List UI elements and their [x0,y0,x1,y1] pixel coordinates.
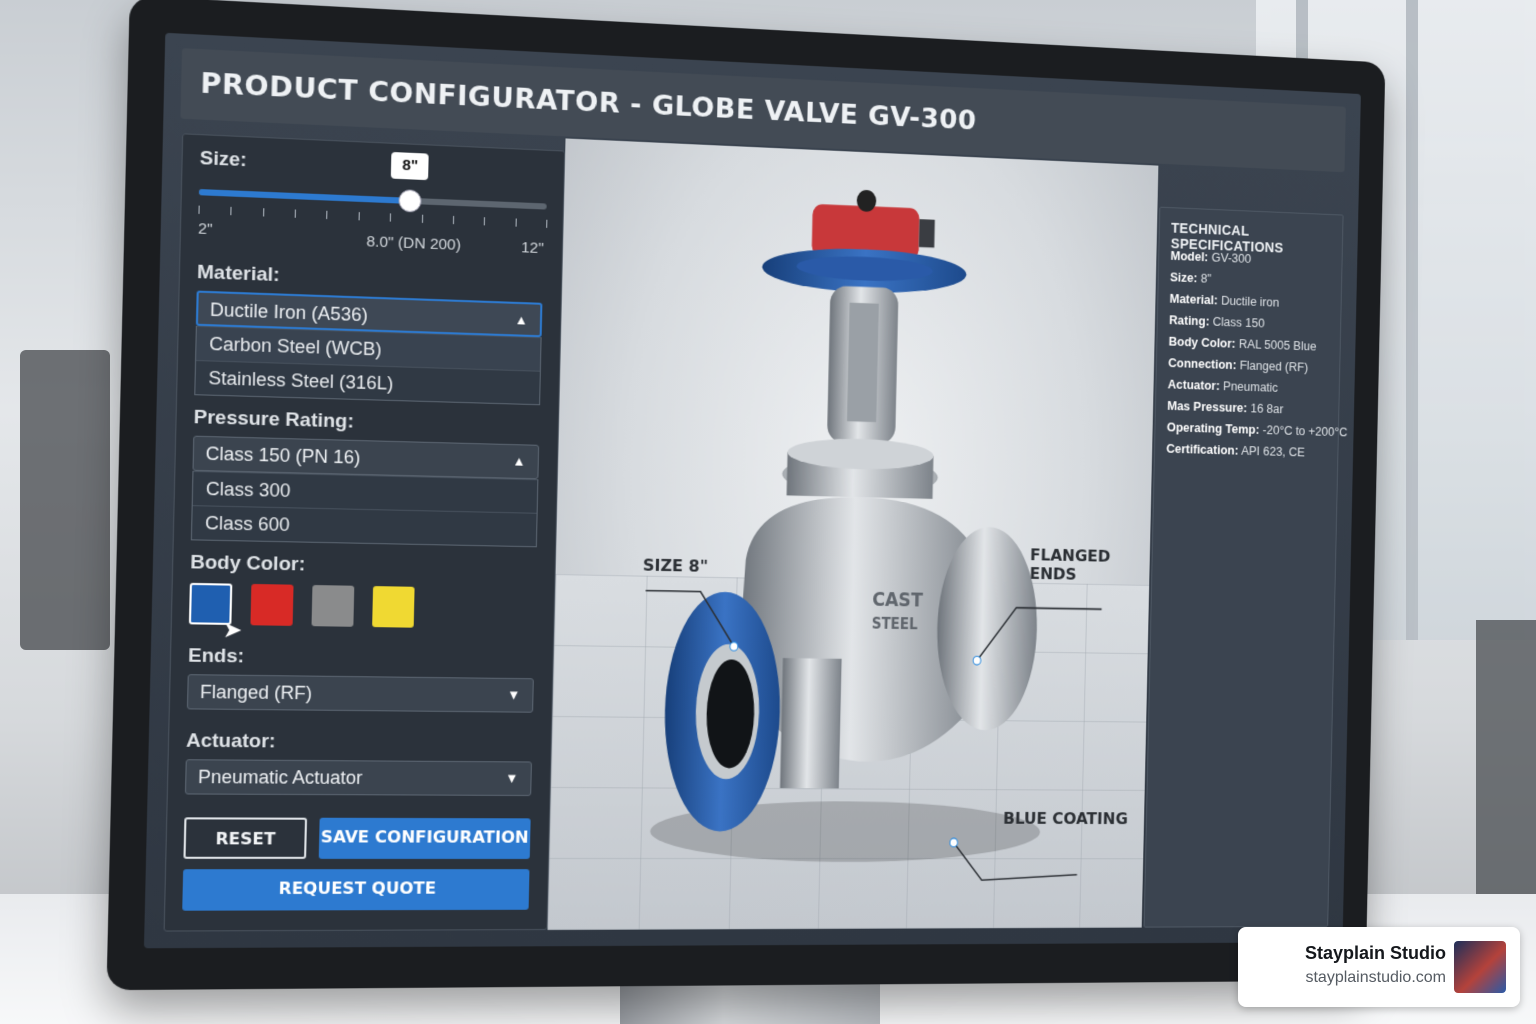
spec-row: Body Color: RAL 5005 Blue [1169,335,1317,354]
reset-button[interactable]: RESET [183,817,308,859]
swatch-yellow[interactable] [372,586,415,628]
brand-logo-icon [1454,941,1506,993]
config-panel: Size: 8" 2" 8.0" (DN 200) 12" Material: … [163,133,566,932]
slider-mid-label: 8.0" (DN 200) [366,232,462,254]
slider-track[interactable]: 8" [198,151,547,213]
slider-ticks [198,205,548,230]
background-monitor-right [1476,620,1536,920]
ends-select[interactable]: Flanged (RF) ▼ [186,674,534,713]
slider-value-bubble: 8" [391,151,430,181]
page-title: PRODUCT CONFIGURATOR - GLOBE VALVE GV-30… [200,67,977,137]
swatch-gray[interactable] [311,585,355,627]
pressure-label: Pressure Rating: [193,406,355,433]
slider-thumb[interactable] [398,189,423,213]
spec-value: GV-300 [1211,250,1252,266]
slider-max-label: 12" [521,239,544,258]
slider-fill [198,189,410,204]
spec-key: Model: [1170,249,1209,265]
spec-value: 16 8ar [1250,401,1284,417]
actuator-selected: Pneumatic Actuator [197,766,363,789]
ends-label: Ends: [187,645,245,668]
configurator-screen: PRODUCT CONFIGURATOR - GLOBE VALVE GV-30… [143,32,1361,949]
monitor: PRODUCT CONFIGURATOR - GLOBE VALVE GV-30… [106,0,1386,991]
spec-key: Mas Pressure: [1167,399,1248,416]
spec-value: RAL 5005 Blue [1238,337,1317,354]
product-viewer[interactable]: CAST STEEL SIZE 8" FLANGED ENDS BLUE COA… [547,138,1159,931]
body-cast-text: CAST [872,588,923,611]
callout-flanged-ends: FLANGED ENDS [1029,545,1111,584]
spec-value: 8" [1200,271,1212,286]
slider-tick [546,219,548,228]
chevron-down-icon: ▼ [506,687,521,703]
spec-key: Body Color: [1168,334,1236,351]
spec-key: Actuator: [1167,377,1220,393]
body-steel-text: STEEL [871,616,918,634]
background-monitor [20,350,110,650]
spec-row: Model: GV-300 [1170,249,1251,266]
color-swatches: ➤ [188,582,503,643]
material-options: Carbon Steel (WCB) Stainless Steel (316L… [194,325,542,406]
pressure-option[interactable]: Class 600 [191,505,537,547]
slider-tick [389,213,392,222]
slider-min-label: 2" [197,220,213,239]
callout-size: SIZE 8" [642,555,709,576]
actuator-select[interactable]: Pneumatic Actuator ▼ [184,759,532,797]
slider-tick [484,217,486,226]
swatch-blue[interactable]: ➤ [188,582,243,643]
brand-name: Stayplain Studio [1304,943,1446,963]
spec-value: Pneumatic [1222,379,1279,395]
slider-tick [262,208,265,217]
pressure-selected: Class 150 (PN 16) [205,443,361,468]
spec-key: Size: [1169,270,1198,286]
spec-row: Actuator: Pneumatic [1168,378,1279,395]
material-label: Material: [196,261,281,287]
spec-value: API 623, CE [1240,444,1306,460]
watermark-card: Stayplain Studio stayplainstudio.com [1238,927,1520,1007]
spec-value: Class 150 [1212,314,1265,331]
ends-selected: Flanged (RF) [199,681,313,704]
body-color-label: Body Color: [190,551,306,576]
spec-key: Operating Temp: [1166,420,1260,437]
slider-tick [421,214,423,223]
slider-tick [358,212,360,221]
slider-tick [452,215,455,225]
spec-value: Ductile iron [1220,293,1280,310]
save-configuration-button[interactable]: SAVE CONFIGURATION [318,817,531,859]
spec-key: Certification: [1166,441,1239,458]
chevron-up-icon: ▲ [512,453,526,469]
spec-row: Connection: Flanged (RF) [1168,356,1308,374]
spec-key: Rating: [1168,313,1210,329]
slider-tick [326,210,328,220]
callout-blue-coating: BLUE COATING [1002,808,1128,828]
pressure-options: Class 300 Class 600 [190,470,539,548]
technical-specifications-panel: TECHNICAL SPECIFICATIONS Model: GV-300 Si… [1143,206,1347,928]
spec-row: Operating Temp: -20°C to +200°C [1167,421,1348,440]
slider-tick [230,206,232,216]
spec-key: Material: [1169,291,1218,308]
mouse-cursor-icon: ➤ [222,616,243,643]
spec-value: Flanged (RF) [1239,358,1309,375]
chevron-up-icon: ▲ [514,311,528,328]
actuator-label: Actuator: [185,730,276,753]
request-quote-button[interactable]: REQUEST QUOTE [182,869,530,911]
spec-key: Connection: [1168,356,1237,373]
spec-row: Material: Ductile iron [1169,292,1279,310]
spec-row: Rating: Class 150 [1169,313,1265,330]
spec-row: Size: 8" [1170,270,1212,285]
spec-value: -20°C to +200°C [1262,423,1348,440]
slider-tick [198,205,200,214]
spec-row: Mas Pressure: 16 8ar [1167,399,1283,416]
spec-row: Certification: API 623, CE [1166,442,1305,459]
slider-tick [515,218,517,227]
size-slider[interactable]: 8" 2" 8.0" (DN 200) 12" [181,134,565,263]
chevron-down-icon: ▼ [504,770,519,786]
material-selected: Ductile Iron (A536) [209,299,369,326]
swatch-red[interactable] [250,583,294,626]
brand-url: stayplainstudio.com [1305,969,1446,986]
slider-tick [294,209,297,218]
